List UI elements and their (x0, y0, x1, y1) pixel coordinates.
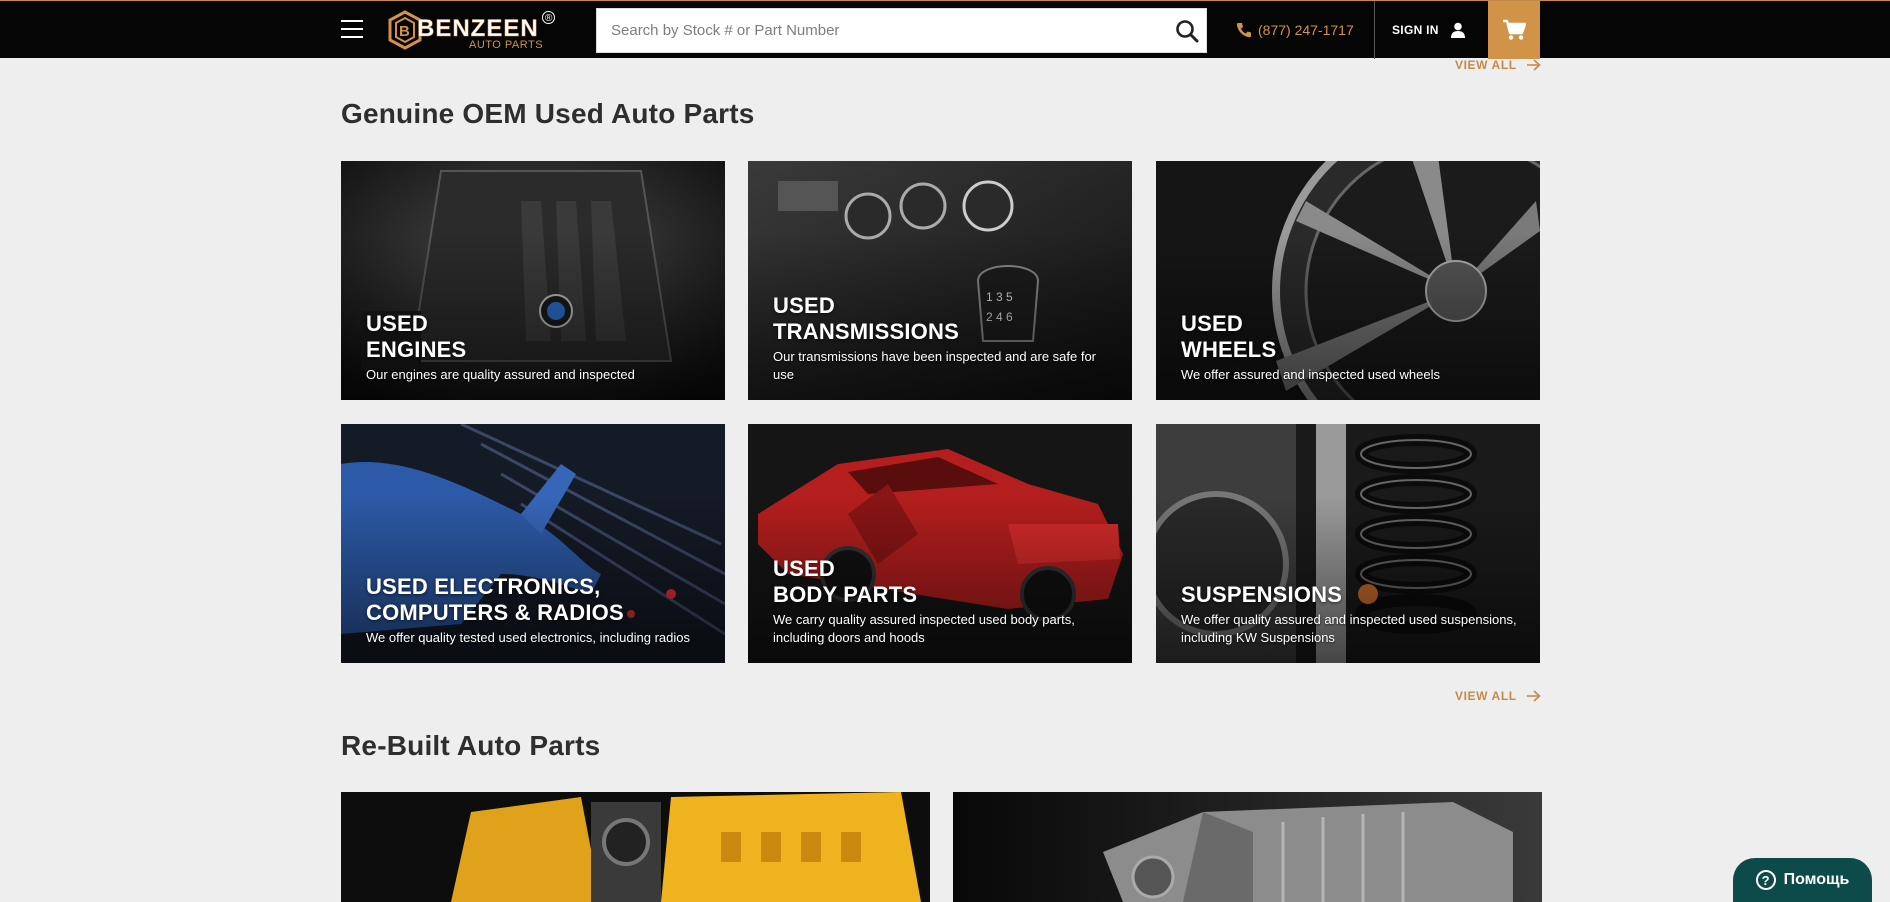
card-description: Our transmissions have been inspected an… (773, 349, 1097, 382)
user-icon (1450, 22, 1465, 38)
sign-in-label: SIGN IN (1392, 23, 1439, 37)
svg-text:B: B (399, 23, 410, 40)
phone-icon (1236, 23, 1251, 38)
rebuilt-engine-image (341, 792, 930, 902)
search-input[interactable] (611, 9, 1151, 52)
phone-link[interactable]: (877) 247-1717 (1236, 19, 1354, 41)
search-bar (596, 8, 1207, 53)
card-description: We offer assured and inspected used whee… (1181, 367, 1440, 382)
site-header: B ® BENZEEN AUTO PARTS (877) 247-1717 SI… (0, 0, 1890, 59)
rebuilt-card-transmissions[interactable] (953, 792, 1542, 902)
category-card-wheels[interactable]: USED WHEELS We offer assured and inspect… (1156, 161, 1540, 400)
card-description: We carry quality assured inspected used … (773, 612, 1075, 645)
card-description: We offer quality tested used electronics… (366, 630, 690, 645)
category-card-engines[interactable]: USED ENGINES Our engines are quality ass… (341, 161, 725, 400)
arrow-right-icon (1526, 690, 1541, 702)
card-title: USED TRANSMISSIONS (773, 293, 959, 344)
help-icon: ? (1755, 870, 1776, 890)
arrow-right-icon (1526, 59, 1541, 71)
search-icon[interactable] (1174, 18, 1200, 44)
category-card-suspensions[interactable]: SUSPENSIONS We offer quality assured and… (1156, 424, 1540, 663)
section-title-oem: Genuine OEM Used Auto Parts (341, 98, 755, 129)
card-title: USED WHEELS (1181, 311, 1277, 362)
header-divider (1374, 1, 1375, 59)
card-title: SUSPENSIONS (1181, 582, 1343, 607)
help-label: Помощь (1783, 871, 1850, 888)
view-all-label: VIEW ALL (1455, 689, 1517, 703)
card-title: USED BODY PARTS (773, 556, 918, 607)
card-description: We offer quality assured and inspected u… (1181, 612, 1517, 645)
shopping-cart-icon (1503, 19, 1526, 40)
site-logo[interactable]: B ® BENZEEN AUTO PARTS (385, 9, 565, 53)
category-card-body-parts[interactable]: USED BODY PARTS We carry quality assured… (748, 424, 1132, 663)
card-description: Our engines are quality assured and insp… (366, 367, 635, 382)
phone-number: (877) 247-1717 (1258, 22, 1354, 38)
view-all-label: VIEW ALL (1455, 58, 1517, 72)
view-all-link-top[interactable]: VIEW ALL (1455, 58, 1541, 72)
hamburger-menu-icon[interactable] (341, 20, 363, 38)
category-card-electronics[interactable]: USED ELECTRONICS, COMPUTERS & RADIOS We … (341, 424, 725, 663)
view-all-link-oem[interactable]: VIEW ALL (1455, 689, 1541, 703)
cart-button[interactable] (1488, 1, 1540, 59)
logo-sub-text: AUTO PARTS (469, 39, 544, 51)
card-title: USED ELECTRONICS, COMPUTERS & RADIOS (366, 574, 624, 625)
card-title: USED ENGINES (366, 311, 467, 362)
help-chat-button[interactable]: ? Помощь (1733, 858, 1872, 902)
sign-in-button[interactable]: SIGN IN (1392, 19, 1465, 41)
rebuilt-transmission-image (953, 792, 1542, 902)
rebuilt-card-engines[interactable] (341, 792, 930, 902)
category-card-transmissions[interactable]: 1 3 5 2 4 6 USED TRANSMISSIONS Our trans… (748, 161, 1132, 400)
section-title-rebuilt: Re-Built Auto Parts (341, 730, 601, 761)
